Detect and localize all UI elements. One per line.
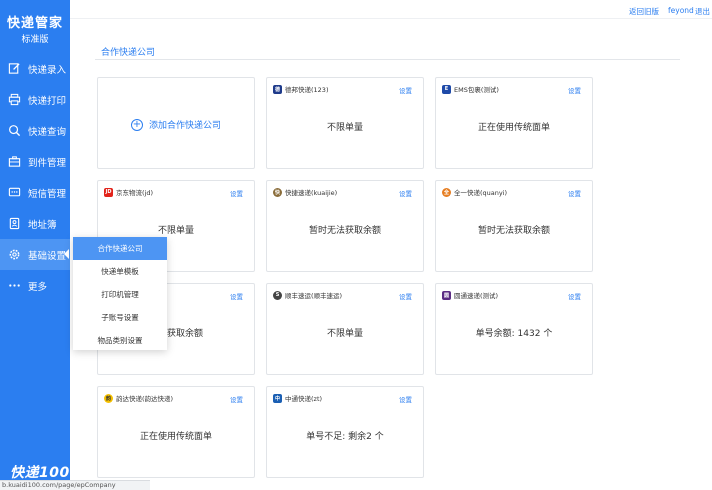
setting-link[interactable]: 设置 [230, 188, 243, 198]
setting-link[interactable]: 设置 [399, 394, 412, 404]
status-url: b.kuaidi100.com/page/epCompany [0, 480, 150, 490]
ems-logo-icon: E [442, 84, 451, 94]
company-card: E EMS包裹(测试) 设置 正在使用传统面单 [435, 77, 593, 169]
jd-logo-icon: JD [104, 187, 113, 197]
setting-link[interactable]: 设置 [230, 291, 243, 301]
active-indicator [64, 249, 69, 259]
company-status: 不限单量 [157, 226, 194, 236]
company-card: 中 中通快递(zt) 设置 单号不足: 剩余2 个 [266, 386, 424, 478]
setting-link[interactable]: 设置 [230, 394, 243, 404]
section-divider [95, 59, 680, 60]
setting-link[interactable]: 设置 [568, 291, 581, 301]
company-name: 快捷速递(kuaijie) [285, 189, 338, 197]
edit-icon [0, 62, 28, 75]
sidebar-item-addressbook[interactable]: 地址簿 [0, 208, 70, 239]
company-card: 全 全一快递(quanyi) 设置 暂时无法获取余额 [435, 180, 593, 272]
gear-icon [0, 248, 28, 261]
company-name: 德邦快递(123) [285, 86, 329, 94]
company-status: 单号余额: 1432 个 [475, 329, 553, 339]
kuaijie-logo-icon: 快 [273, 187, 282, 197]
add-company-button[interactable]: + 添加合作快递公司 [98, 118, 254, 131]
app-title: 快递管家 [6, 16, 63, 31]
setting-link[interactable]: 设置 [399, 188, 412, 198]
setting-link[interactable]: 设置 [568, 188, 581, 198]
company-card: 圆 圆通速递(测试) 设置 单号余额: 1432 个 [435, 283, 593, 375]
company-name: 圆通速递(测试) [454, 292, 499, 300]
user-link[interactable]: feyond [668, 6, 694, 15]
addressbook-icon [0, 217, 28, 230]
company-card: 快 快捷速递(kuaijie) 设置 暂时无法获取余额 [266, 180, 424, 272]
app-edition: 标准版 [21, 35, 49, 45]
setting-link[interactable]: 设置 [399, 291, 412, 301]
company-status: 不限单量 [326, 123, 363, 133]
topbar-divider [70, 18, 712, 19]
more-icon [0, 279, 28, 292]
company-status: 正在使用传统面单 [477, 123, 550, 133]
plus-icon: + [130, 118, 143, 131]
setting-link[interactable]: 设置 [568, 85, 581, 95]
zhongtong-logo-icon: 中 [273, 393, 282, 403]
company-status: 单号不足: 剩余2 个 [306, 432, 384, 442]
company-name: 京东物流(jd) [116, 189, 154, 197]
company-card: 德 德邦快递(123) 设置 不限单量 [266, 77, 424, 169]
company-status: 暂时无法获取余额 [477, 226, 550, 236]
company-card: 韵 韵达快递(韵达快递) 设置 正在使用传统面单 [97, 386, 255, 478]
company-name: 顺丰速运(顺丰速运) [285, 292, 343, 300]
quanyi-logo-icon: 全 [442, 187, 451, 197]
company-name: 中通快递(zt) [285, 395, 323, 403]
back-to-old-link[interactable]: 返回旧版 [629, 6, 659, 17]
sf-logo-icon: S [273, 290, 282, 300]
sidebar-item-entry[interactable]: 快递录入 [0, 53, 70, 84]
message-icon [0, 186, 28, 199]
add-company-card[interactable]: + 添加合作快递公司 [97, 77, 255, 169]
setting-link[interactable]: 设置 [399, 85, 412, 95]
footer-logo: 快递100 [10, 465, 70, 481]
company-name: 全一快递(quanyi) [454, 189, 508, 197]
logout-link[interactable]: 退出 [695, 6, 710, 17]
company-status: 不限单量 [326, 329, 363, 339]
sidebar-item-settings[interactable]: 基础设置 [0, 239, 70, 270]
yunda-logo-icon: 韵 [104, 393, 113, 403]
briefcase-icon [0, 155, 28, 168]
submenu-item-waybill-template[interactable]: 快递单模板 [73, 260, 167, 283]
debang-logo-icon: 德 [273, 84, 282, 94]
company-name: 韵达快递(韵达快递) [116, 395, 174, 403]
sidebar: 快递管家 标准版 快递录入 快递打印 快递查询 到件管理 短信管理 地址簿 基础… [0, 0, 70, 490]
sidebar-item-query[interactable]: 快递查询 [0, 115, 70, 146]
yuantong-logo-icon: 圆 [442, 290, 451, 300]
sidebar-item-arrival[interactable]: 到件管理 [0, 146, 70, 177]
submenu-item-printer-management[interactable]: 打印机管理 [73, 283, 167, 306]
add-company-label: 添加合作快递公司 [148, 121, 221, 131]
printer-icon [0, 93, 28, 106]
submenu-item-subaccount-settings[interactable]: 子账号设置 [73, 306, 167, 329]
company-name: EMS包裹(测试) [454, 86, 499, 94]
sidebar-item-more[interactable]: 更多 [0, 270, 70, 301]
submenu-item-partner-companies[interactable]: 合作快递公司 [73, 237, 167, 260]
company-status: 正在使用传统面单 [139, 432, 212, 442]
sidebar-item-sms[interactable]: 短信管理 [0, 177, 70, 208]
sidebar-item-print[interactable]: 快递打印 [0, 84, 70, 115]
settings-submenu: 合作快递公司 快递单模板 打印机管理 子账号设置 物品类别设置 [73, 237, 167, 350]
company-status: 暂时无法获取余额 [308, 226, 381, 236]
submenu-item-item-category-settings[interactable]: 物品类别设置 [73, 329, 167, 352]
search-icon [0, 124, 28, 137]
section-title: 合作快递公司 [101, 48, 156, 58]
company-card: S 顺丰速运(顺丰速运) 设置 不限单量 [266, 283, 424, 375]
